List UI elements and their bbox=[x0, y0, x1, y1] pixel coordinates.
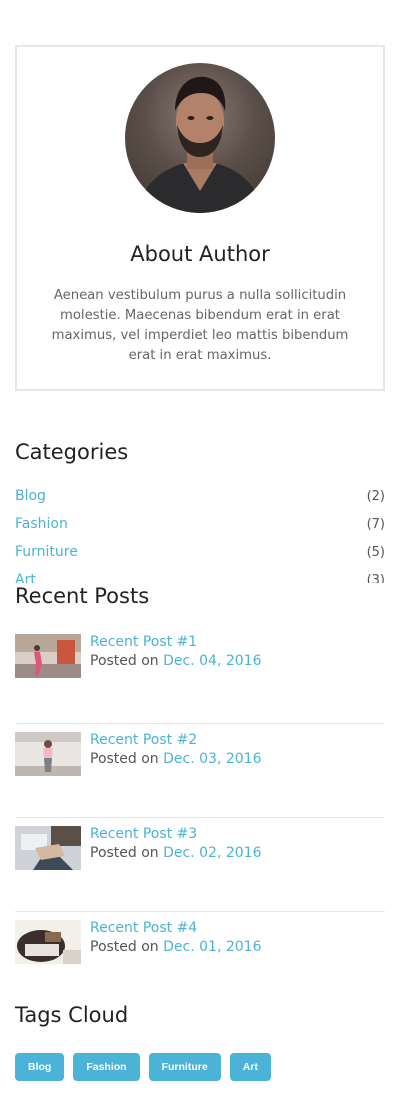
category-count: (7) bbox=[366, 516, 385, 532]
post-thumbnail[interactable] bbox=[15, 826, 81, 870]
author-avatar bbox=[125, 63, 275, 213]
post-date-link[interactable]: Dec. 01, 2016 bbox=[163, 939, 261, 955]
post-meta: Posted on Dec. 02, 2016 bbox=[90, 844, 261, 863]
post-meta: Posted on Dec. 04, 2016 bbox=[90, 652, 261, 671]
post-meta: Posted on Dec. 03, 2016 bbox=[90, 750, 261, 769]
about-author-title: About Author bbox=[130, 242, 270, 266]
category-link[interactable]: Fashion bbox=[15, 516, 68, 532]
recent-posts-list: Recent Post #1 Posted on Dec. 04, 2016 R… bbox=[15, 630, 385, 1006]
posted-on-label: Posted on bbox=[90, 653, 159, 669]
posted-on-label: Posted on bbox=[90, 751, 159, 767]
category-list: Blog (2) Fashion (7) Furniture (5) Art (… bbox=[15, 482, 385, 594]
tag-furniture[interactable]: Furniture bbox=[148, 1053, 221, 1081]
tag-fashion[interactable]: Fashion bbox=[73, 1053, 140, 1081]
tags-cloud: Blog Fashion Furniture Art bbox=[15, 1053, 271, 1081]
category-count: (5) bbox=[366, 544, 385, 560]
post-title-link[interactable]: Recent Post #1 bbox=[90, 633, 261, 652]
post-thumbnail[interactable] bbox=[15, 920, 81, 964]
category-item-fashion[interactable]: Fashion (7) bbox=[15, 510, 385, 538]
post-date-link[interactable]: Dec. 02, 2016 bbox=[163, 845, 261, 861]
post-date-link[interactable]: Dec. 03, 2016 bbox=[163, 751, 261, 767]
recent-post-item[interactable]: Recent Post #1 Posted on Dec. 04, 2016 bbox=[15, 630, 385, 724]
post-title-link[interactable]: Recent Post #4 bbox=[90, 919, 261, 938]
about-author-card: About Author Aenean vestibulum purus a n… bbox=[15, 45, 385, 391]
tag-blog[interactable]: Blog bbox=[15, 1053, 65, 1081]
posted-on-label: Posted on bbox=[90, 845, 159, 861]
post-thumbnail[interactable] bbox=[15, 732, 81, 776]
category-item-blog[interactable]: Blog (2) bbox=[15, 482, 385, 510]
category-count: (2) bbox=[366, 488, 385, 504]
recent-post-item[interactable]: Recent Post #4 Posted on Dec. 01, 2016 bbox=[15, 912, 385, 1006]
category-item-furniture[interactable]: Furniture (5) bbox=[15, 538, 385, 566]
post-title-link[interactable]: Recent Post #2 bbox=[90, 731, 261, 750]
category-link[interactable]: Furniture bbox=[15, 544, 78, 560]
category-link[interactable]: Blog bbox=[15, 488, 46, 504]
recent-post-item[interactable]: Recent Post #2 Posted on Dec. 03, 2016 bbox=[15, 724, 385, 818]
post-thumbnail[interactable] bbox=[15, 634, 81, 678]
posted-on-label: Posted on bbox=[90, 939, 159, 955]
tag-art[interactable]: Art bbox=[229, 1053, 271, 1081]
recent-posts-title-wrap: Recent Posts bbox=[15, 583, 385, 611]
tags-cloud-title: Tags Cloud bbox=[15, 1003, 129, 1027]
categories-title: Categories bbox=[15, 440, 129, 464]
recent-post-item[interactable]: Recent Post #3 Posted on Dec. 02, 2016 bbox=[15, 818, 385, 912]
about-author-text: Aenean vestibulum purus a nulla sollicit… bbox=[51, 288, 349, 363]
post-title-link[interactable]: Recent Post #3 bbox=[90, 825, 261, 844]
post-meta: Posted on Dec. 01, 2016 bbox=[90, 938, 261, 957]
post-date-link[interactable]: Dec. 04, 2016 bbox=[163, 653, 261, 669]
recent-posts-title: Recent Posts bbox=[15, 584, 150, 608]
